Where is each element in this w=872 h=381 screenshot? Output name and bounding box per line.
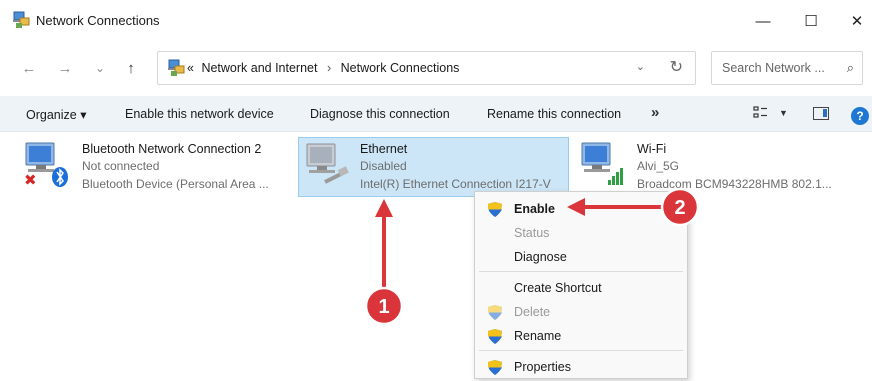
uac-shield-icon xyxy=(488,329,502,344)
minimize-button[interactable]: — xyxy=(741,6,785,36)
back-button[interactable]: ← xyxy=(16,55,42,81)
uac-shield-icon xyxy=(488,305,502,320)
organize-button[interactable]: Organize ▾ xyxy=(26,107,86,122)
connection-device: Broadcom BCM943228HMB 802.1... xyxy=(637,177,832,191)
window-title: Network Connections xyxy=(36,13,160,28)
connection-status: Alvi_5G xyxy=(637,159,680,173)
menu-item-label: Enable xyxy=(514,202,555,216)
address-bar[interactable]: « Network and Internet › Network Connect… xyxy=(157,51,696,85)
title-bar: Network Connections — ☐ ✕ xyxy=(0,0,872,42)
rename-connection-button[interactable]: Rename this connection xyxy=(487,107,621,121)
connection-item-ethernet[interactable]: Ethernet Disabled Intel(R) Ethernet Conn… xyxy=(298,137,569,197)
diagnose-connection-button[interactable]: Diagnose this connection xyxy=(310,107,450,121)
connection-item-wifi[interactable]: Wi-Fi Alvi_5G Broadcom BCM943228HMB 802.… xyxy=(578,137,868,197)
network-adapter-wifi-icon xyxy=(581,142,623,185)
search-icon: ⌕ xyxy=(846,60,854,75)
svg-text:✖: ✖ xyxy=(24,171,37,187)
enable-device-button[interactable]: Enable this network device xyxy=(125,107,274,121)
close-icon: ✕ xyxy=(850,13,864,30)
up-button[interactable]: ↑ xyxy=(118,55,144,81)
context-menu: Enable Status Diagnose Create Shortcut D… xyxy=(474,191,688,379)
arrow-right-icon: → xyxy=(57,59,73,77)
menu-item-label: Properties xyxy=(514,360,571,374)
forward-button[interactable]: → xyxy=(52,55,78,81)
menu-item-label: Rename xyxy=(514,329,562,343)
change-view-icon[interactable] xyxy=(753,105,769,121)
connection-name: Bluetooth Network Connection 2 xyxy=(82,142,262,156)
network-adapter-bluetooth-icon: ✖ xyxy=(24,142,68,187)
network-connections-icon xyxy=(168,59,185,76)
badge-number: 1 xyxy=(378,296,389,318)
connection-item-bluetooth[interactable]: ✖ Bluetooth Network Connection 2 Not con… xyxy=(22,137,292,197)
connection-device: Bluetooth Device (Personal Area ... xyxy=(82,177,269,191)
menu-item-properties[interactable]: Properties xyxy=(475,355,687,379)
breadcrumb-overflow[interactable]: « xyxy=(187,61,194,75)
menu-item-status[interactable]: Status xyxy=(475,221,687,245)
minimize-icon: — xyxy=(755,12,771,30)
breadcrumb-separator-icon: › xyxy=(326,61,332,75)
menu-separator xyxy=(479,271,683,272)
arrow-up-icon: ↑ xyxy=(127,59,135,77)
connection-device: Intel(R) Ethernet Connection I217-V xyxy=(360,177,551,191)
uac-shield-icon xyxy=(488,360,502,375)
connection-name: Ethernet xyxy=(360,142,408,156)
maximize-button[interactable]: ☐ xyxy=(789,6,833,36)
menu-item-create-shortcut[interactable]: Create Shortcut xyxy=(475,276,687,300)
breadcrumb: « Network and Internet › Network Connect… xyxy=(187,61,459,75)
menu-item-delete[interactable]: Delete xyxy=(475,300,687,324)
search-input[interactable]: Search Network ... ⌕ xyxy=(711,51,863,85)
connection-status: Not connected xyxy=(82,159,160,173)
more-commands-icon[interactable]: » xyxy=(651,104,659,121)
menu-item-rename[interactable]: Rename xyxy=(475,324,687,348)
menu-separator xyxy=(479,350,683,351)
menu-item-label: Create Shortcut xyxy=(514,281,602,295)
chevron-down-icon: ⌄ xyxy=(94,61,106,75)
maximize-icon: ☐ xyxy=(804,13,818,30)
menu-item-label: Diagnose xyxy=(514,250,567,264)
annotation-arrow-1 xyxy=(375,199,393,290)
command-bar: Organize ▾ Enable this network device Di… xyxy=(0,96,872,132)
network-connections-icon xyxy=(13,11,30,28)
menu-item-diagnose[interactable]: Diagnose xyxy=(475,245,687,269)
menu-item-label: Delete xyxy=(514,305,551,319)
breadcrumb-network-connections[interactable]: Network Connections xyxy=(341,61,460,75)
connection-name: Wi-Fi xyxy=(637,142,667,156)
navigation-bar: ← → ⌄ ↑ « Network and Internet › Network… xyxy=(0,42,872,94)
network-adapter-ethernet-icon xyxy=(306,143,349,184)
preview-pane-icon[interactable] xyxy=(813,107,829,120)
view-dropdown-icon[interactable]: ▼ xyxy=(779,108,788,118)
close-button[interactable]: ✕ xyxy=(835,6,872,36)
connection-status: Disabled xyxy=(360,159,407,173)
help-icon[interactable]: ? xyxy=(851,107,869,125)
menu-item-label: Status xyxy=(514,226,550,240)
address-dropdown-icon[interactable]: ⌄ xyxy=(636,60,645,73)
breadcrumb-network-and-internet[interactable]: Network and Internet xyxy=(201,61,317,75)
recent-locations-button[interactable]: ⌄ xyxy=(87,55,113,81)
uac-shield-icon xyxy=(488,202,502,217)
arrow-left-icon: ← xyxy=(21,59,37,77)
search-placeholder: Search Network ... xyxy=(722,61,825,75)
annotation-badge-1: 1 xyxy=(364,286,404,326)
menu-item-enable[interactable]: Enable xyxy=(475,197,687,221)
refresh-icon[interactable]: ↻ xyxy=(670,57,683,77)
